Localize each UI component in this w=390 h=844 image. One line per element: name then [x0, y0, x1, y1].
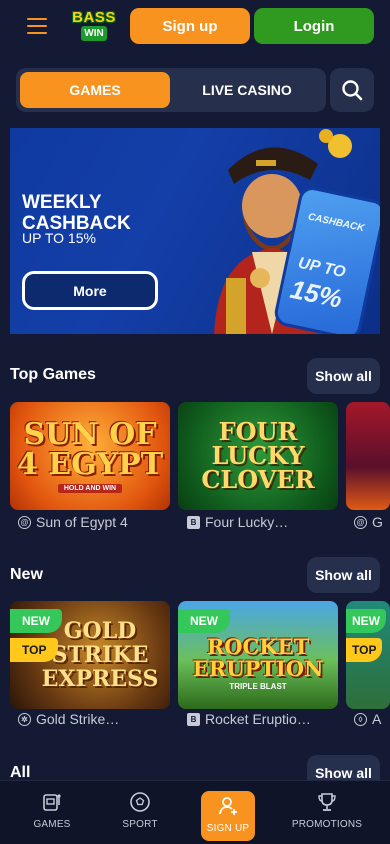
spiral-provider-icon: @ — [354, 515, 367, 529]
sign-up-button[interactable]: Sign up — [130, 8, 250, 44]
game-art-subtext: TRIPLE BLAST — [229, 681, 287, 691]
search-button[interactable] — [330, 68, 374, 112]
game-card-rocket-eruption[interactable]: ROCKET ERUPTION TRIPLE BLAST NEW — [178, 601, 338, 709]
logo-line2: WIN — [81, 26, 107, 41]
game-art-title: SUN OF 4 EGYPT HOLD AND WIN — [10, 402, 170, 510]
game-art-text: FOUR LUCKY CLOVER — [201, 417, 315, 494]
nav-item-sport[interactable]: SPORT — [102, 791, 178, 841]
game-card-partial[interactable] — [346, 402, 390, 510]
game-card-sun-of-egypt-4[interactable]: SUN OF 4 EGYPT HOLD AND WIN — [10, 402, 170, 510]
banner-more-button[interactable]: More — [22, 271, 158, 310]
nav-label: GAMES — [33, 819, 71, 830]
game-card-four-lucky-clover[interactable]: FOUR LUCKY CLOVER — [178, 402, 338, 510]
nav-item-promotions[interactable]: PROMOTIONS — [288, 791, 366, 841]
login-button[interactable]: Login — [254, 8, 374, 44]
game-art-text: SUN OF 4 EGYPT — [16, 416, 164, 482]
category-tabs: GAMES LIVE CASINO — [16, 68, 326, 112]
game-caption-text: Rocket Eruptio… — [205, 711, 311, 727]
nav-item-sign-up[interactable]: SIGN UP — [201, 791, 255, 841]
game-caption-partial: @ G — [354, 514, 390, 530]
game-caption-partial: ◊ A — [354, 711, 390, 727]
top-games-show-all-button[interactable]: Show all — [307, 358, 380, 394]
game-caption-four-lucky-clover: B Four Lucky… — [187, 514, 337, 530]
weekly-cashback-banner[interactable]: WEEKLY CASHBACK UP TO 15% More CASHBACK … — [10, 128, 380, 334]
new-games-title: New — [10, 566, 43, 583]
tab-live-casino[interactable]: LIVE CASINO — [172, 72, 322, 108]
a-provider-icon: ◊ — [354, 712, 367, 726]
soccer-ball-icon — [130, 792, 150, 812]
game-caption-text: A — [372, 711, 382, 727]
game-card-partial[interactable]: NEW TOP — [346, 601, 390, 709]
nav-label: SIGN UP — [206, 823, 250, 834]
bottom-navigation: GAMES SPORT SIGN UP PROMOTIONS — [0, 780, 390, 844]
game-caption-text: G — [372, 514, 383, 530]
new-badge: NEW — [346, 609, 386, 633]
game-caption-gold-strike: ✲ Gold Strike… — [18, 711, 168, 727]
nav-item-games[interactable]: GAMES — [14, 791, 90, 841]
new-badge: NEW — [178, 609, 230, 633]
b-provider-icon: B — [187, 515, 200, 529]
top-badge: TOP — [346, 638, 383, 662]
add-user-icon — [219, 797, 237, 815]
search-icon — [342, 80, 363, 101]
game-caption-text: Four Lucky… — [205, 514, 289, 530]
game-card-gold-strike[interactable]: GOLD STRIKE EXPRESS NEW TOP — [10, 601, 170, 709]
trophy-icon — [318, 793, 336, 811]
gear-provider-icon: ✲ — [18, 712, 31, 726]
top-badge: TOP — [10, 638, 59, 662]
banner-subtitle: UP TO 15% — [22, 230, 96, 246]
new-games-show-all-button[interactable]: Show all — [307, 557, 380, 593]
game-caption-text: Gold Strike… — [36, 711, 120, 727]
logo-line1: BASS — [72, 9, 116, 26]
slot-machine-icon — [43, 794, 61, 811]
top-games-title: Top Games — [10, 366, 96, 383]
game-art-title: FOUR LUCKY CLOVER — [178, 402, 338, 510]
nav-label: PROMOTIONS — [291, 819, 363, 830]
top-bar: BASS WIN Sign up Login — [0, 0, 390, 52]
game-caption-sun-of-egypt-4: @ Sun of Egypt 4 — [18, 514, 168, 530]
new-badge: NEW — [10, 609, 62, 633]
game-caption-rocket-eruption: B Rocket Eruptio… — [187, 711, 337, 727]
game-art-subtext: HOLD AND WIN — [57, 483, 123, 493]
nav-label: SPORT — [122, 819, 158, 830]
spiral-provider-icon: @ — [18, 515, 31, 529]
phone-cashback-label: CASHBACK — [306, 211, 366, 235]
hamburger-menu-icon[interactable] — [27, 18, 47, 34]
tab-games[interactable]: GAMES — [20, 72, 170, 108]
b-provider-icon: B — [187, 712, 200, 726]
banner-title: WEEKLY CASHBACK — [22, 192, 131, 234]
game-caption-text: Sun of Egypt 4 — [36, 514, 128, 530]
bass-win-logo[interactable]: BASS WIN — [66, 9, 122, 43]
